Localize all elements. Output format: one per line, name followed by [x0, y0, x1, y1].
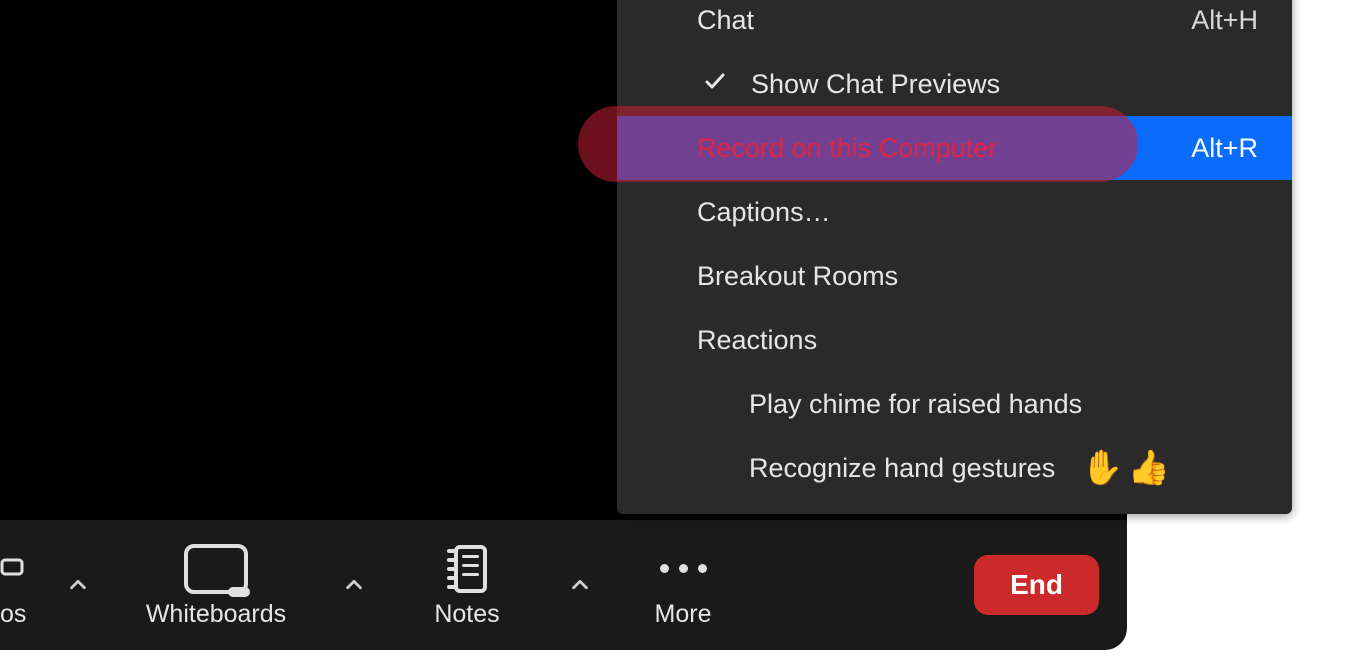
chevron-up-icon[interactable] — [552, 574, 608, 596]
toolbar-item-partial[interactable]: os — [0, 541, 50, 629]
meeting-toolbar: os Whiteboards Notes — [0, 520, 1127, 650]
notes-icon — [447, 541, 487, 596]
toolbar-item-notes[interactable]: Notes — [382, 541, 552, 629]
end-meeting-button[interactable]: End — [974, 555, 1099, 615]
menu-label-breakout: Breakout Rooms — [617, 261, 898, 292]
menu-item-captions[interactable]: Captions… — [617, 180, 1292, 244]
menu-item-reactions[interactable]: Reactions — [617, 308, 1292, 372]
menu-label-chat: Chat — [617, 5, 754, 36]
more-menu: Chat Alt+H Show Chat Previews Record on … — [617, 0, 1292, 514]
toolbar-item-whiteboards[interactable]: Whiteboards — [106, 541, 326, 629]
partial-icon — [0, 541, 24, 596]
menu-shortcut-record: Alt+R — [1191, 133, 1292, 164]
menu-item-chat[interactable]: Chat Alt+H — [617, 0, 1292, 52]
toolbar-item-more[interactable]: More — [608, 541, 758, 629]
whiteboard-icon — [184, 541, 248, 596]
gesture-emoji-icons: ✋👍 — [1081, 448, 1174, 488]
chevron-up-icon[interactable] — [50, 574, 106, 596]
toolbar-label-whiteboards: Whiteboards — [146, 600, 286, 629]
menu-label-gestures: Recognize hand gestures — [617, 453, 1055, 484]
toolbar-label-more: More — [655, 600, 712, 629]
menu-item-recognize-gestures[interactable]: Recognize hand gestures ✋👍 — [617, 436, 1292, 500]
check-icon — [703, 69, 727, 100]
menu-item-record[interactable]: Record on this Computer Alt+R — [617, 116, 1292, 180]
menu-label-chime: Play chime for raised hands — [617, 389, 1082, 420]
menu-label-reactions: Reactions — [617, 325, 817, 356]
menu-item-breakout-rooms[interactable]: Breakout Rooms — [617, 244, 1292, 308]
chevron-up-icon[interactable] — [326, 574, 382, 596]
menu-shortcut-chat: Alt+H — [1191, 5, 1292, 36]
menu-item-play-chime[interactable]: Play chime for raised hands — [617, 372, 1292, 436]
more-icon — [660, 541, 707, 596]
menu-label-show-chat-previews: Show Chat Previews — [617, 69, 1000, 100]
menu-label-record: Record on this Computer — [617, 133, 997, 164]
toolbar-label-partial: os — [0, 600, 26, 629]
toolbar-label-notes: Notes — [434, 600, 499, 629]
menu-item-show-chat-previews[interactable]: Show Chat Previews — [617, 52, 1292, 116]
menu-label-captions: Captions… — [617, 197, 831, 228]
